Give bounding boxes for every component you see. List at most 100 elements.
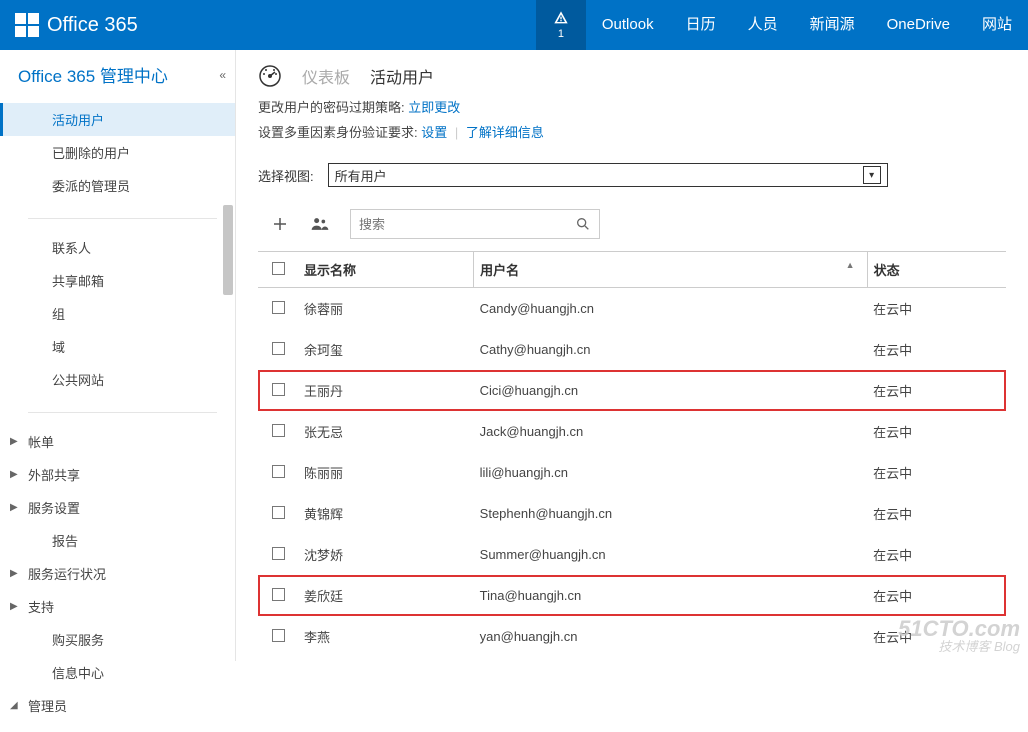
sidebar-item-label: 购买服务 — [52, 630, 104, 649]
sidebar-item-contacts[interactable]: 联系人 — [0, 231, 235, 264]
col-username[interactable]: 用户名▲ — [474, 252, 867, 288]
sidebar-item-domains[interactable]: 域 — [0, 330, 235, 363]
row-checkbox[interactable] — [272, 588, 285, 601]
cell-username: lili@huangjh.cn — [474, 452, 867, 493]
sidebar-item-label: 管理员 — [28, 696, 67, 715]
search-users-input[interactable] — [350, 209, 600, 239]
sidebar-item-service-settings[interactable]: ▶服务设置 — [0, 491, 235, 524]
table-row[interactable]: 张无忌Jack@huangjh.cn在云中 — [258, 411, 1006, 452]
chevron-down-icon: ▾ — [863, 166, 881, 184]
sidebar-item-label: 已删除的用户 — [52, 143, 130, 162]
cell-status: 在云中 — [867, 329, 1006, 370]
row-checkbox[interactable] — [272, 629, 285, 642]
main-content: 仪表板 活动用户 更改用户的密码过期策略: 立即更改 设置多重因素身份验证要求:… — [236, 50, 1028, 661]
table-row[interactable]: 王丽丹Cici@huangjh.cn在云中 — [258, 370, 1006, 411]
cell-status: 在云中 — [867, 534, 1006, 575]
table-row[interactable]: 姜欣廷Tina@huangjh.cn在云中 — [258, 575, 1006, 616]
row-checkbox[interactable] — [272, 424, 285, 437]
cell-status: 在云中 — [867, 411, 1006, 452]
sidebar-item-label: 域 — [52, 337, 65, 356]
table-row[interactable]: 李燕yan@huangjh.cn在云中 — [258, 616, 1006, 657]
alert-icon — [553, 10, 569, 26]
notification-bell[interactable]: 1 — [536, 0, 586, 50]
brand-logo[interactable]: Office 365 — [0, 13, 138, 37]
nav-people[interactable]: 人员 — [732, 0, 794, 50]
row-checkbox[interactable] — [272, 383, 285, 396]
sidebar-item-support[interactable]: ▶支持 — [0, 590, 235, 623]
sidebar-item-active-users[interactable]: 活动用户 — [0, 103, 235, 136]
search-icon — [575, 216, 591, 232]
add-user-button[interactable] — [270, 214, 290, 234]
sidebar-scrollbar-thumb[interactable] — [223, 205, 233, 295]
nav-sites[interactable]: 网站 — [966, 0, 1028, 50]
row-checkbox[interactable] — [272, 301, 285, 314]
chevron-right-icon: ▶ — [10, 469, 28, 480]
nav-outlook[interactable]: Outlook — [586, 0, 670, 50]
cell-display-name: 王丽丹 — [298, 370, 474, 411]
office-grid-icon — [15, 13, 39, 37]
sidebar-item-label: 委派的管理员 — [52, 176, 130, 195]
table-row[interactable]: 黄锦辉Stephenh@huangjh.cn在云中 — [258, 493, 1006, 534]
view-select-value: 所有用户 — [335, 166, 387, 185]
plus-icon — [271, 215, 289, 233]
sidebar-item-label: 支持 — [28, 597, 54, 616]
bulk-users-button[interactable] — [310, 214, 330, 234]
cell-username: Cici@huangjh.cn — [474, 370, 867, 411]
cell-status: 在云中 — [867, 493, 1006, 534]
chevron-right-icon: ▶ — [10, 568, 28, 579]
table-row[interactable]: 陈丽丽lili@huangjh.cn在云中 — [258, 452, 1006, 493]
table-row[interactable]: 余珂玺Cathy@huangjh.cn在云中 — [258, 329, 1006, 370]
nav-calendar[interactable]: 日历 — [670, 0, 732, 50]
sidebar-item-billing[interactable]: ▶帐单 — [0, 425, 235, 458]
page-title: 活动用户 — [370, 64, 434, 88]
sidebar-item-label: 活动用户 — [52, 110, 104, 129]
sidebar-item-buy-services[interactable]: 购买服务 — [0, 623, 235, 656]
sidebar-item-delegated-admins[interactable]: 委派的管理员 — [0, 169, 235, 202]
cell-username: Tina@huangjh.cn — [474, 575, 867, 616]
row-checkbox[interactable] — [272, 547, 285, 560]
sidebar-item-label: 联系人 — [52, 238, 91, 257]
chevron-right-icon: ▶ — [10, 502, 28, 513]
sidebar-item-admins[interactable]: ◢管理员 — [0, 689, 235, 722]
col-status[interactable]: 状态 — [867, 252, 1006, 288]
cell-display-name: 姜欣廷 — [298, 575, 474, 616]
sidebar-item-label: 服务设置 — [28, 498, 80, 517]
cell-display-name: 李燕 — [298, 616, 474, 657]
collapse-sidebar-icon[interactable]: « — [219, 68, 223, 82]
cell-username: Cathy@huangjh.cn — [474, 329, 867, 370]
row-checkbox[interactable] — [272, 342, 285, 355]
sidebar-item-public-site[interactable]: 公共网站 — [0, 363, 235, 396]
search-input-field[interactable] — [359, 217, 575, 232]
row-checkbox[interactable] — [272, 506, 285, 519]
sidebar-item-groups[interactable]: 组 — [0, 297, 235, 330]
sidebar-item-deleted-users[interactable]: 已删除的用户 — [0, 136, 235, 169]
sidebar-item-external-sharing[interactable]: ▶外部共享 — [0, 458, 235, 491]
cell-display-name: 徐蓉丽 — [298, 288, 474, 330]
row-checkbox[interactable] — [272, 465, 285, 478]
cell-status: 在云中 — [867, 370, 1006, 411]
cell-display-name: 陈丽丽 — [298, 452, 474, 493]
col-display-name[interactable]: 显示名称 — [298, 252, 474, 288]
sidebar-item-reports[interactable]: 报告 — [0, 524, 235, 557]
nav-newsfeed[interactable]: 新闻源 — [794, 0, 871, 50]
mfa-setup-link[interactable]: 设置 — [421, 125, 447, 140]
sort-asc-icon: ▲ — [846, 260, 855, 270]
sidebar-item-label: 组 — [52, 304, 65, 323]
cell-display-name: 余珂玺 — [298, 329, 474, 370]
table-row[interactable]: 沈梦娇Summer@huangjh.cn在云中 — [258, 534, 1006, 575]
chevron-right-icon: ▶ — [10, 436, 28, 447]
table-row[interactable]: 徐蓉丽Candy@huangjh.cn在云中 — [258, 288, 1006, 330]
sidebar-item-label: 共享邮箱 — [52, 271, 104, 290]
select-all-checkbox[interactable] — [272, 262, 285, 275]
change-password-policy-link[interactable]: 立即更改 — [408, 100, 460, 115]
sidebar-item-label: 报告 — [52, 531, 78, 550]
view-select[interactable]: 所有用户 ▾ — [328, 163, 888, 187]
breadcrumb-dashboard[interactable]: 仪表板 — [302, 64, 350, 88]
mfa-learn-more-link[interactable]: 了解详细信息 — [466, 125, 544, 140]
users-table: 显示名称 用户名▲ 状态 徐蓉丽Candy@huangjh.cn在云中余珂玺Ca… — [258, 251, 1006, 657]
sidebar-item-label: 服务运行状况 — [28, 564, 106, 583]
sidebar-item-service-health[interactable]: ▶服务运行状况 — [0, 557, 235, 590]
nav-onedrive[interactable]: OneDrive — [871, 0, 966, 50]
sidebar-item-shared-mailbox[interactable]: 共享邮箱 — [0, 264, 235, 297]
mfa-label: 设置多重因素身份验证要求: — [258, 125, 421, 140]
